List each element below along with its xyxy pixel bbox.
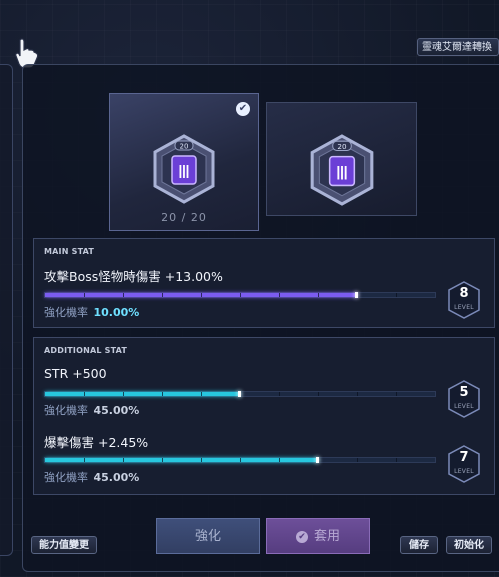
progress-segment-divider xyxy=(123,293,124,297)
check-circle-icon: ✔ xyxy=(295,530,308,543)
progress-segment-divider xyxy=(162,458,163,462)
main-stat-name: 攻擊Boss怪物時傷害 +13.00% xyxy=(44,269,223,284)
additional-stat-rate-value: 45.00% xyxy=(93,471,140,484)
additional-stat-level: 7 LEVEL xyxy=(446,444,482,484)
additional-stat-rate-value: 45.00% xyxy=(93,404,140,417)
progress-marker xyxy=(316,457,319,463)
additional-stat-rate: 強化機率 45.00% xyxy=(44,469,139,485)
progress-segment-divider xyxy=(201,293,202,297)
main-stat-title: MAIN STAT xyxy=(44,247,95,256)
progress-segment-divider xyxy=(279,458,280,462)
save-button[interactable]: 儲存 xyxy=(400,536,438,554)
progress-segment-divider xyxy=(162,293,163,297)
additional-stat-level-label: LEVEL xyxy=(454,403,474,410)
progress-segment-divider xyxy=(396,293,397,297)
progress-segment-divider xyxy=(123,392,124,396)
core-card[interactable]: 20 Ⅲ xyxy=(266,102,417,216)
progress-segment-divider xyxy=(357,458,358,462)
progress-segment-divider xyxy=(357,392,358,396)
additional-stat-rate-label: 強化機率 xyxy=(44,471,88,484)
main-stat-progress-bar xyxy=(44,292,436,298)
additional-stat-progress-bar xyxy=(44,457,436,463)
core-hexagon-icon: 20 Ⅲ xyxy=(153,134,215,204)
main-stat-level: 8 LEVEL xyxy=(446,280,482,320)
apply-button[interactable]: ✔ 套用 xyxy=(266,518,370,554)
progress-segment-divider xyxy=(84,392,85,396)
additional-stat-title: ADDITIONAL STAT xyxy=(44,346,128,355)
progress-segment-divider xyxy=(201,458,202,462)
additional-stat-rate: 強化機率 45.00% xyxy=(44,402,139,418)
progress-segment-divider xyxy=(162,392,163,396)
progress-segment-divider xyxy=(396,392,397,396)
additional-stat-level: 5 LEVEL xyxy=(446,379,482,419)
progress-marker xyxy=(238,391,241,397)
progress-marker xyxy=(355,292,358,298)
tab-soul-erda-convert[interactable]: 靈魂艾爾達轉換 xyxy=(417,38,499,56)
progress-segment-divider xyxy=(240,458,241,462)
reset-button[interactable]: 初始化 xyxy=(446,536,492,554)
additional-stat-section: ADDITIONAL STAT STR +500 強化機率 45.00% 5 L… xyxy=(33,337,495,495)
progress-segment-divider xyxy=(318,392,319,396)
main-stat-level-label: LEVEL xyxy=(454,304,474,311)
additional-stat-level-label: LEVEL xyxy=(454,468,474,475)
core-count: 20 / 20 xyxy=(161,211,207,224)
main-stat-rate-label: 強化機率 xyxy=(44,306,88,319)
progress-segment-divider xyxy=(279,392,280,396)
progress-fill xyxy=(45,458,318,462)
main-stat-rate-value: 10.00% xyxy=(93,306,140,319)
additional-stat-level-number: 5 xyxy=(459,385,469,400)
main-stat-section: MAIN STAT 攻擊Boss怪物時傷害 +13.00% 強化機率 10.00… xyxy=(33,238,495,328)
progress-segment-divider xyxy=(201,392,202,396)
enhance-button[interactable]: 強化 xyxy=(156,518,260,554)
core-card-selected[interactable]: ✔ 20 Ⅲ 20 / 20 xyxy=(109,93,259,231)
additional-stat-name: STR +500 xyxy=(44,366,107,381)
core-roman-numeral: Ⅲ xyxy=(178,162,190,183)
core-roman-numeral: Ⅲ xyxy=(336,163,349,184)
main-stat-rate: 強化機率 10.00% xyxy=(44,304,139,320)
additional-stat-rate-label: 強化機率 xyxy=(44,404,88,417)
progress-segment-divider xyxy=(240,293,241,297)
progress-segment-divider xyxy=(396,458,397,462)
left-panel-edge xyxy=(0,64,13,556)
progress-segment-divider xyxy=(84,458,85,462)
progress-segment-divider xyxy=(318,293,319,297)
progress-segment-divider xyxy=(123,458,124,462)
progress-fill xyxy=(45,392,240,396)
change-stat-button[interactable]: 能力值變更 xyxy=(31,536,97,554)
additional-stat-progress-bar xyxy=(44,391,436,397)
progress-segment-divider xyxy=(279,293,280,297)
progress-segment-divider xyxy=(84,293,85,297)
check-icon: ✔ xyxy=(236,102,250,116)
main-stat-level-number: 8 xyxy=(459,286,469,301)
core-hexagon-icon: 20 Ⅲ xyxy=(310,134,374,206)
apply-button-label: 套用 xyxy=(313,529,340,544)
core-level-badge: 20 xyxy=(337,142,347,151)
core-level-badge: 20 xyxy=(180,143,189,151)
additional-stat-name: 爆擊傷害 +2.45% xyxy=(44,435,149,450)
additional-stat-level-number: 7 xyxy=(459,450,469,465)
